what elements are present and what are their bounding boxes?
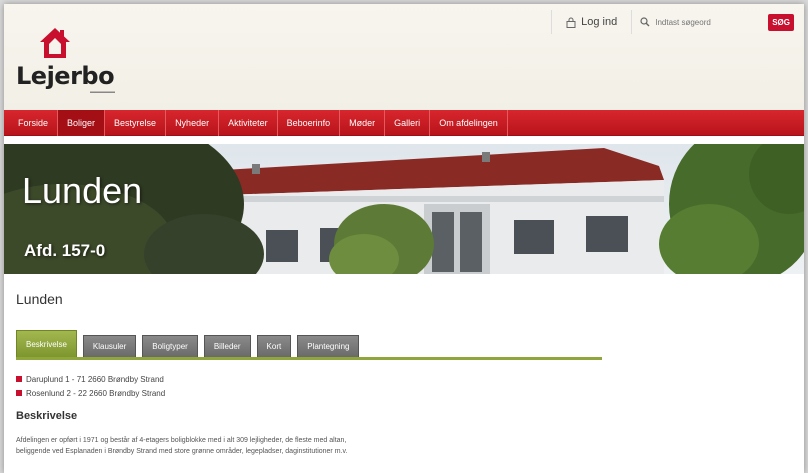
address-text: Daruplund 1 - 71 2660 Brøndby Strand	[26, 374, 164, 384]
hero-subtitle: Afd. 157-0	[24, 241, 106, 260]
tab-beskrivelse[interactable]: Beskrivelse	[16, 330, 77, 357]
tab-plantegning[interactable]: Plantegning	[297, 335, 360, 357]
address-item: Rosenlund 2 - 22 2660 Brøndby Strand	[16, 386, 165, 400]
nav-item-galleri[interactable]: Galleri	[385, 109, 431, 136]
square-bullet-icon	[16, 390, 22, 396]
nav-item-bestyrelse[interactable]: Bestyrelse	[105, 109, 167, 136]
description-line: Afdelingen er opført i 1971 og består af…	[16, 437, 347, 444]
page-title: Lunden	[16, 291, 63, 307]
hero-title: Lunden	[22, 170, 143, 211]
nav-item-om-afdelingen[interactable]: Om afdelingen	[430, 109, 508, 136]
lock-icon	[566, 17, 576, 28]
lejerbo-logo[interactable]: Lejerbo ▬▬▬▬▬	[16, 26, 136, 95]
house-logo-icon	[40, 28, 70, 58]
tab-kort[interactable]: Kort	[256, 335, 292, 357]
search-input[interactable]	[655, 17, 764, 27]
address-item: Daruplund 1 - 71 2660 Brøndby Strand	[16, 372, 165, 386]
description-text: Afdelingen er opført i 1971 og består af…	[16, 435, 576, 457]
description-line: beliggende ved Esplanaden i Brøndby Stra…	[16, 448, 348, 455]
top-bar: Log ind SØG	[551, 9, 804, 35]
nav-item-moder[interactable]: Møder	[340, 109, 386, 136]
logo-tagline: ▬▬▬▬▬	[90, 89, 115, 95]
tab-bar: Beskrivelse Klausuler Boligtyper Billede…	[16, 330, 602, 360]
search-box: SØG	[632, 10, 804, 34]
address-text: Rosenlund 2 - 22 2660 Brøndby Strand	[26, 388, 166, 398]
nav-item-nyheder[interactable]: Nyheder	[166, 109, 220, 136]
address-list: Daruplund 1 - 71 2660 Brøndby Strand Ros…	[16, 372, 165, 400]
tab-boligtyper[interactable]: Boligtyper	[142, 335, 198, 357]
search-icon	[640, 17, 650, 27]
nav-item-aktiviteter[interactable]: Aktiviteter	[219, 109, 278, 136]
search-button[interactable]: SØG	[768, 13, 794, 31]
nav-item-boliger[interactable]: Boliger	[58, 109, 106, 136]
site-header: Lejerbo ▬▬▬▬▬ Log ind SØG	[4, 4, 804, 110]
nav-item-forside[interactable]: Forside	[4, 109, 59, 136]
hero-banner: Lunden Afd. 157-0	[4, 144, 804, 274]
square-bullet-icon	[16, 376, 22, 382]
main-nav: Forside Boliger Bestyrelse Nyheder Aktiv…	[4, 109, 804, 136]
tab-klausuler[interactable]: Klausuler	[82, 335, 137, 357]
login-label: Log ind	[581, 16, 618, 28]
section-heading: Beskrivelse	[16, 410, 78, 422]
login-link[interactable]: Log ind	[551, 10, 633, 34]
nav-item-beboerinfo[interactable]: Beboerinfo	[278, 109, 341, 136]
logo-text: Lejerbo	[16, 62, 115, 90]
page-frame: Lejerbo ▬▬▬▬▬ Log ind SØG Forside	[4, 4, 804, 473]
tab-billeder[interactable]: Billeder	[203, 335, 251, 357]
